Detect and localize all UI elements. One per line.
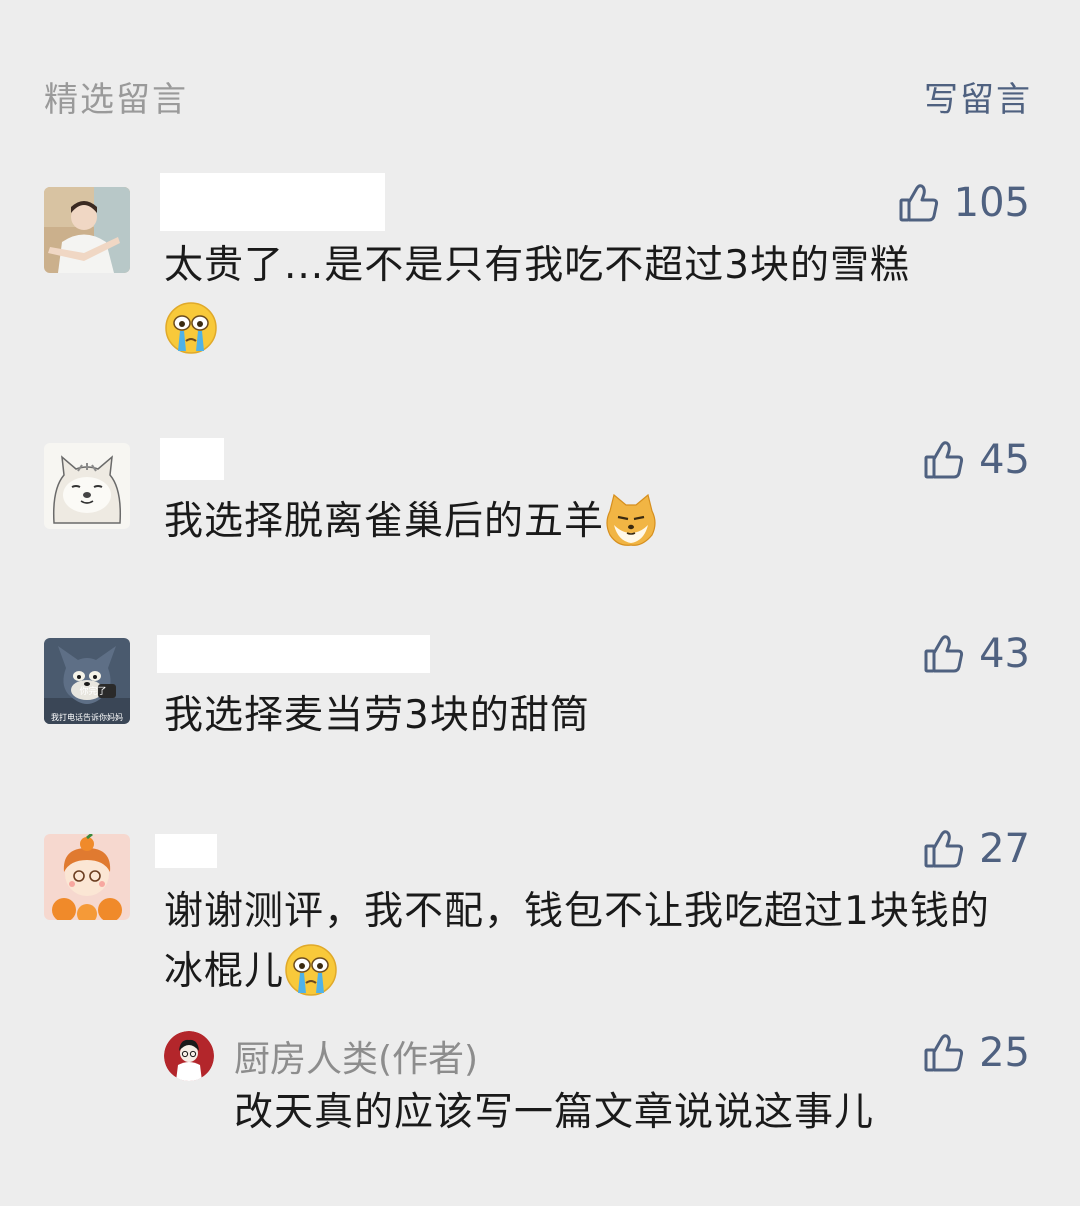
like-count: 45 bbox=[979, 437, 1030, 483]
comment-text: 我选择麦当劳3块的甜筒 bbox=[164, 686, 1030, 746]
comment-text: 太贵了...是不是只有我吃不超过3块的雪糕 bbox=[164, 236, 1030, 356]
thumbs-up-icon bbox=[898, 182, 940, 224]
like-button[interactable]: 105 bbox=[898, 180, 1030, 226]
like-button[interactable]: 45 bbox=[923, 437, 1030, 483]
redacted-username bbox=[160, 438, 224, 480]
avatar[interactable]: 你完了 我打电话告诉你妈妈 bbox=[44, 638, 130, 724]
reply-text: 改天真的应该写一篇文章说说这事儿 bbox=[234, 1090, 875, 1135]
comment-body: 我选择麦当劳3块的甜筒 bbox=[164, 693, 590, 738]
section-title: 精选留言 bbox=[44, 80, 188, 120]
like-button[interactable]: 43 bbox=[923, 631, 1030, 677]
like-button[interactable]: 27 bbox=[923, 826, 1030, 872]
comment-body: 我选择脱离雀巢后的五羊 bbox=[164, 499, 605, 544]
author-avatar[interactable] bbox=[164, 1031, 214, 1081]
like-count: 43 bbox=[979, 631, 1030, 677]
comment-body: 太贵了...是不是只有我吃不超过3块的雪糕 bbox=[164, 243, 911, 288]
author-name: 厨房人类(作者) bbox=[234, 1039, 479, 1080]
thumbs-up-icon bbox=[923, 633, 965, 675]
like-count: 25 bbox=[979, 1030, 1030, 1076]
avatar[interactable] bbox=[44, 187, 130, 273]
comment-text: 谢谢测评，我不配，钱包不让我吃超过1块钱的冰棍儿 bbox=[164, 882, 1026, 1002]
avatar-caption-bottom: 我打电话告诉你妈妈 bbox=[51, 712, 123, 722]
avatar-caption-top: 你完了 bbox=[79, 685, 106, 697]
like-count: 105 bbox=[953, 180, 1030, 226]
avatar[interactable] bbox=[44, 443, 130, 529]
comment-text: 我选择脱离雀巢后的五羊 bbox=[164, 492, 1030, 552]
redacted-username bbox=[155, 834, 217, 868]
crying-face-emoji bbox=[164, 301, 218, 355]
shiba-dog-emoji bbox=[604, 493, 658, 547]
redacted-username bbox=[157, 635, 430, 673]
thumbs-up-icon bbox=[923, 1032, 965, 1074]
redacted-username bbox=[160, 173, 385, 231]
write-comment-button[interactable]: 写留言 bbox=[924, 72, 1032, 121]
like-count: 27 bbox=[979, 826, 1030, 872]
crying-face-emoji bbox=[284, 943, 338, 997]
thumbs-up-icon bbox=[923, 439, 965, 481]
thumbs-up-icon bbox=[923, 828, 965, 870]
avatar[interactable] bbox=[44, 834, 130, 920]
like-button[interactable]: 25 bbox=[923, 1030, 1030, 1076]
